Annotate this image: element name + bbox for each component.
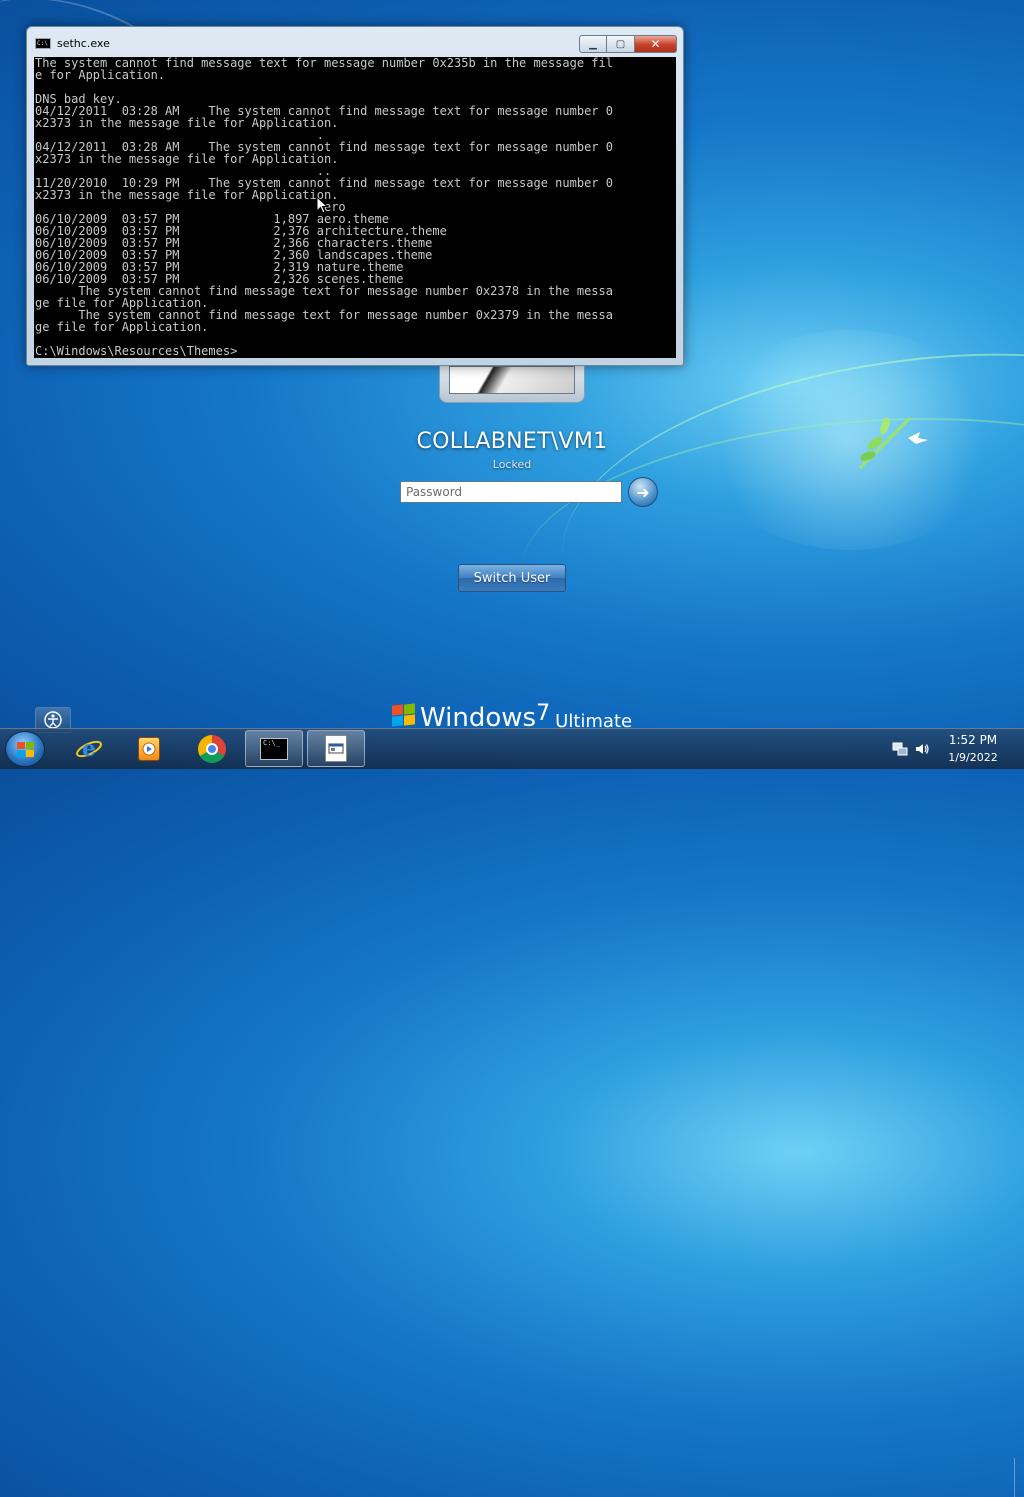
console-line: e for Application. [35,68,166,82]
maximize-button[interactable]: ▢ [607,35,635,53]
mouse-cursor-icon [316,196,328,214]
console-output[interactable]: The system cannot find message text for … [34,57,676,358]
clock-date[interactable]: 1/9/2022 [930,751,1016,764]
console-line: C:\Windows\Resources\Themes> [35,344,238,358]
taskbar-internet-explorer[interactable]: e [60,730,118,767]
close-button[interactable]: ✕ [635,35,677,53]
internet-explorer-icon: e [76,736,102,762]
minimize-icon: ▁ [589,38,597,50]
console-window[interactable]: C:\ sethc.exe ▁ ▢ ✕ The system cannot fi… [26,26,684,366]
console-title: sethc.exe [57,37,110,50]
taskbar-command-prompt[interactable]: C:\_ [245,730,303,767]
console-line: ge file for Application. [35,320,209,334]
brand-edition: Ultimate [555,711,633,729]
close-icon: ✕ [650,37,661,51]
windows-flag-icon [17,742,35,758]
console-titlebar[interactable]: C:\ sethc.exe ▁ ▢ ✕ [27,27,683,57]
arrow-right-icon: ➜ [636,482,650,502]
user-picture-frame [439,362,585,403]
windows-branding: Windows7 Ultimate [390,703,632,729]
user-status: Locked [492,458,532,471]
maximize-icon: ▢ [615,38,626,50]
lock-screen-desktop: { "console": { "title": "sethc.exe", "li… [0,0,1024,1497]
network-icon[interactable] [892,741,908,757]
taskbar-media-player[interactable] [120,730,178,767]
chrome-icon [198,734,226,763]
user-name: COLLABNET\VM1 [416,429,608,454]
taskbar: e C:\_ [0,728,1024,1497]
executable-icon [325,735,347,762]
console-text: The system cannot find message text for … [34,57,676,357]
taskbar-executable[interactable] [307,730,365,767]
volume-icon[interactable] [914,741,930,757]
switch-user-button[interactable]: Switch User [458,564,566,592]
user-picture [449,366,575,394]
windows-flag-icon [390,703,416,727]
command-prompt-icon: C:\_ [260,737,288,760]
brand-word: Windows [420,703,537,729]
clock-time[interactable]: 1:52 PM [930,733,1016,747]
submit-arrow-button[interactable]: ➜ [628,477,658,507]
svg-text:e: e [82,736,96,762]
password-input[interactable] [400,481,622,503]
ease-of-access-icon [44,711,62,729]
start-button[interactable] [5,731,45,767]
minimize-button[interactable]: ▁ [579,35,607,53]
show-desktop-button[interactable] [1014,1458,1024,1497]
taskbar-chrome[interactable] [183,730,241,767]
brand-version: 7 [536,703,551,726]
media-player-icon [138,736,160,761]
command-prompt-icon: C:\ [35,38,51,49]
